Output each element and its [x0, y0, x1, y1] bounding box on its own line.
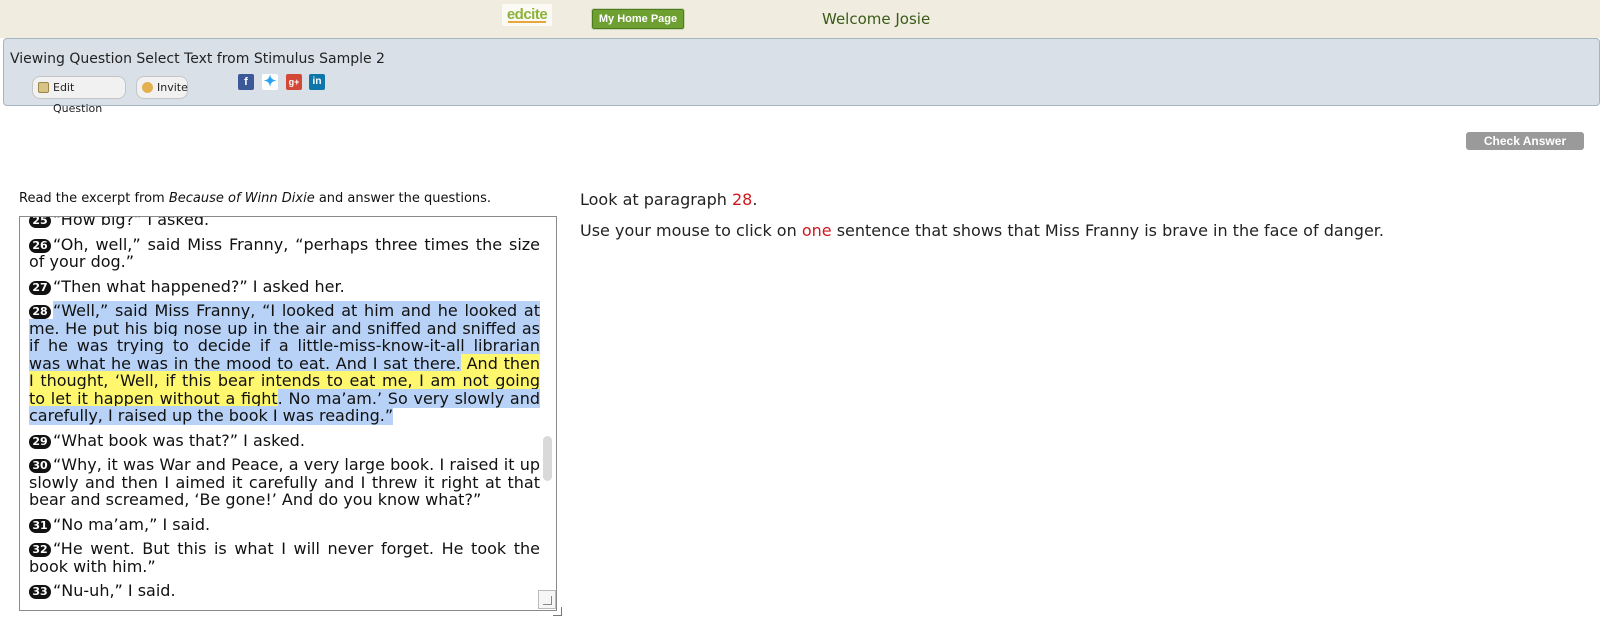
- paragraph-number: 33: [29, 585, 51, 599]
- question-header-panel: Viewing Question Select Text from Stimul…: [3, 38, 1600, 115]
- paragraph-28[interactable]: 28 “Well,” said Miss Franny, “I looked at…: [29, 301, 541, 425]
- top-bar: edcite My Home Page Welcome Josie: [0, 0, 1600, 38]
- logo-underline: [508, 21, 546, 23]
- edit-icon: [38, 82, 49, 93]
- paragraph-31[interactable]: 31 “No ma’am,” I said.: [29, 515, 540, 534]
- paragraph-number: 31: [29, 518, 51, 533]
- paragraph-27[interactable]: 27 “Then what happened?” I asked her.: [29, 277, 540, 296]
- q1-prefix: Look at paragraph: [580, 190, 732, 209]
- paragraph-text[interactable]: “No ma’am,” I said.: [53, 515, 210, 534]
- book-title: Because of Winn Dixie: [168, 191, 315, 206]
- paragraph-number: 28: [29, 305, 51, 319]
- paragraph-text[interactable]: “Then what happened?” I asked her.: [53, 277, 345, 296]
- passage-content: 25 “How big?” I asked. 26 “Oh, well,” said…: [29, 217, 541, 607]
- paragraph-26[interactable]: 26 “Oh, well,” said Miss Franny, “perhaps…: [29, 235, 540, 272]
- check-answer-button[interactable]: Check Answer: [1466, 132, 1584, 150]
- paragraph-text[interactable]: “Why, it was War and Peace, a very large…: [29, 455, 540, 509]
- paragraph-number: 26: [29, 238, 51, 253]
- twitter-icon[interactable]: ✦: [262, 74, 278, 90]
- question-line-1: Look at paragraph 28.: [580, 190, 1540, 210]
- paragraph-text[interactable]: “Oh, well,” said Miss Franny, “perhaps t…: [29, 235, 540, 272]
- paragraph-text[interactable]: “How big?” I asked.: [53, 217, 209, 229]
- passage-scroll-box[interactable]: 25 “How big?” I asked. 26 “Oh, well,” said…: [19, 216, 557, 611]
- q1-suffix: .: [752, 190, 758, 209]
- sentence-2-highlight[interactable]: . And I sat there.: [324, 353, 461, 373]
- passage-intro: Read the excerpt from Because of Winn Di…: [19, 191, 491, 206]
- paragraph-number: 30: [29, 459, 51, 473]
- linkedin-icon[interactable]: in: [309, 74, 325, 90]
- paragraph-29[interactable]: 29 “What book was that?” I asked.: [29, 431, 540, 450]
- paragraph-25-partial[interactable]: 25 “How big?” I asked.: [29, 217, 540, 229]
- paragraph-number: 25: [29, 217, 51, 228]
- paragraph-text[interactable]: “What book was that?” I asked.: [53, 431, 305, 450]
- emphasis-one: one: [801, 221, 832, 240]
- paragraph-number: 29: [29, 434, 51, 449]
- edcite-logo[interactable]: edcite: [502, 4, 552, 26]
- q2-suffix: sentence that shows that Miss Franny is …: [831, 221, 1384, 240]
- page-title: Viewing Question Select Text from Stimul…: [10, 51, 385, 67]
- paragraph-reference: 28: [732, 190, 753, 209]
- scrollbar-thumb[interactable]: [543, 436, 552, 481]
- paragraph-number: 32: [29, 543, 51, 557]
- question-line-2: Use your mouse to click on one sentence …: [580, 221, 1540, 241]
- outer-resize-handle[interactable]: [552, 606, 562, 616]
- paragraph-32[interactable]: 32 “He went. But this is what I will neve…: [29, 540, 540, 575]
- invite-button[interactable]: Invite: [136, 76, 188, 99]
- paragraph-text[interactable]: “He went. But this is what I will never …: [29, 539, 540, 576]
- question-prompt: Look at paragraph 28. Use your mouse to …: [580, 190, 1540, 252]
- q2-prefix: Use your mouse to click on: [580, 221, 802, 240]
- paragraph-33[interactable]: 33 “Nu-uh,” I said.: [29, 582, 540, 600]
- facebook-icon[interactable]: f: [238, 74, 254, 90]
- paragraph-30[interactable]: 30 “Why, it was War and Peace, a very lar…: [29, 456, 540, 509]
- edit-question-label: Edit Question: [53, 81, 103, 115]
- google-plus-icon[interactable]: g+: [286, 74, 302, 90]
- paragraph-text[interactable]: “Nu-uh,” I said.: [53, 581, 176, 600]
- intro-text-before: Read the excerpt from: [19, 191, 169, 206]
- invite-label: Invite: [157, 81, 188, 94]
- edit-question-button[interactable]: Edit Question: [32, 76, 126, 115]
- invite-icon: [142, 82, 153, 93]
- intro-text-after: and answer the questions.: [314, 191, 492, 206]
- paragraph-number: 27: [29, 280, 51, 295]
- my-home-page-button[interactable]: My Home Page: [591, 8, 685, 30]
- welcome-message: Welcome Josie: [822, 10, 931, 28]
